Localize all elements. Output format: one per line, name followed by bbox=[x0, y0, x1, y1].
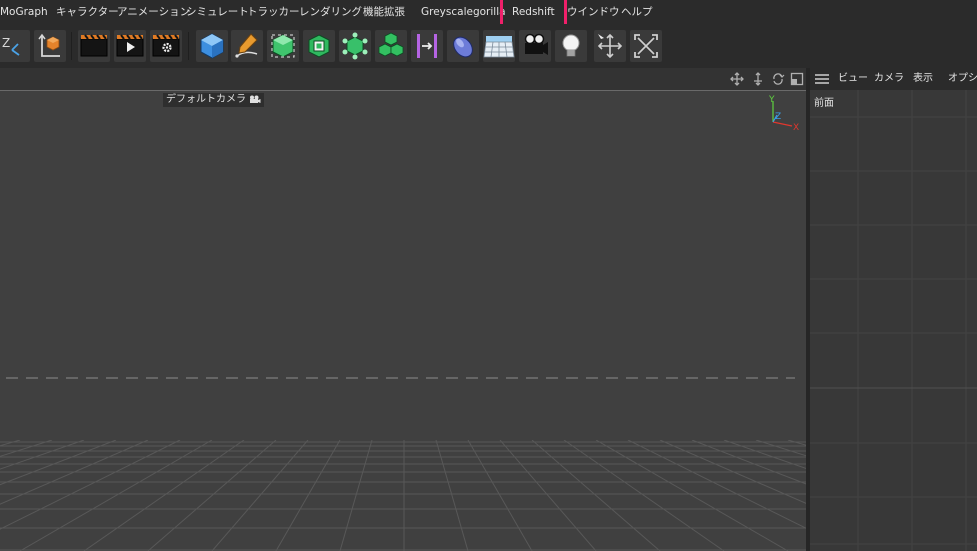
menu-tracker[interactable]: トラッカー bbox=[247, 0, 300, 24]
front-menu-camera[interactable]: カメラ bbox=[874, 68, 904, 90]
app-window: MoGraph キャラクター アニメーション シミュレート トラッカー レンダリ… bbox=[0, 0, 977, 551]
perspective-viewport[interactable]: デフォルトカメラ Y Z X bbox=[0, 68, 808, 551]
mograph-cloner-button[interactable] bbox=[375, 30, 407, 62]
toolbar-separator bbox=[188, 32, 189, 60]
subdivision-surface-button[interactable] bbox=[267, 30, 299, 62]
capsule-icon bbox=[453, 36, 473, 58]
coordinate-system-icon: Z bbox=[2, 36, 20, 56]
light-object-button[interactable] bbox=[555, 30, 587, 62]
move-view-icon[interactable] bbox=[730, 72, 744, 86]
lightbulb-icon bbox=[562, 34, 580, 57]
floor-grid bbox=[0, 440, 808, 551]
field-button[interactable] bbox=[447, 30, 479, 62]
scale-arrows-icon bbox=[634, 34, 658, 58]
menu-simulate[interactable]: シミュレート bbox=[186, 0, 249, 24]
transform-tool-button[interactable] bbox=[630, 30, 662, 62]
front-menu-options[interactable]: オプショ bbox=[948, 68, 977, 90]
extrude-icon bbox=[308, 34, 330, 58]
camera-icon bbox=[524, 33, 548, 55]
axis-x-label: X bbox=[793, 123, 799, 133]
camera-object-button[interactable] bbox=[519, 30, 551, 62]
render-picture-viewer-button[interactable] bbox=[114, 30, 146, 62]
menu-extensions[interactable]: 機能拡張 bbox=[363, 0, 405, 24]
clapperboard-play-icon bbox=[116, 34, 144, 57]
menu-window[interactable]: ウインドウ bbox=[567, 0, 620, 24]
move-arrows-icon bbox=[597, 33, 623, 59]
front-viewport[interactable]: ビュー カメラ 表示 オプショ 前面 bbox=[810, 68, 977, 551]
extrude-button[interactable] bbox=[303, 30, 335, 62]
render-view-button[interactable] bbox=[78, 30, 110, 62]
viewport-border bbox=[0, 90, 808, 91]
cube-icon bbox=[200, 33, 224, 59]
toolbar: Z bbox=[0, 24, 977, 68]
subdivision-icon bbox=[271, 34, 295, 58]
horizon-line bbox=[6, 377, 795, 379]
front-viewport-menu: ビュー カメラ 表示 オプショ bbox=[810, 68, 977, 90]
deformer-button[interactable] bbox=[411, 30, 443, 62]
camera-small-icon bbox=[250, 95, 261, 103]
pen-tool-button[interactable] bbox=[231, 30, 263, 62]
menu-animation[interactable]: アニメーション bbox=[117, 0, 190, 24]
axis-z-label: Z bbox=[775, 112, 781, 122]
object-axis-icon bbox=[38, 33, 60, 57]
coordinate-system-button[interactable]: Z bbox=[0, 30, 30, 62]
floor-grid-icon bbox=[483, 36, 515, 58]
maximize-view-icon[interactable] bbox=[790, 72, 804, 86]
cloner-icon bbox=[342, 32, 368, 60]
cloner-button[interactable] bbox=[339, 30, 371, 62]
front-view-grid bbox=[810, 90, 977, 551]
viewport-header bbox=[0, 68, 808, 90]
clapperboard-gear-icon bbox=[152, 34, 180, 57]
cube-object-button[interactable] bbox=[196, 30, 228, 62]
front-menu-display[interactable]: 表示 bbox=[913, 68, 933, 90]
render-settings-button[interactable] bbox=[150, 30, 182, 62]
cubes-cluster-icon bbox=[378, 32, 404, 57]
toolbar-separator bbox=[71, 32, 72, 60]
axis-y-label: Y bbox=[768, 95, 775, 105]
svg-text:Z: Z bbox=[2, 36, 10, 50]
menu-mograph[interactable]: MoGraph bbox=[0, 0, 48, 24]
camera-label[interactable]: デフォルトカメラ bbox=[163, 93, 265, 107]
camera-label-text: デフォルトカメラ bbox=[166, 94, 246, 105]
menu-redshift[interactable]: Redshift bbox=[500, 0, 567, 29]
clapperboard-icon bbox=[80, 34, 108, 57]
menu-greyscalegorilla[interactable]: Greyscalegorilla bbox=[421, 0, 506, 24]
floor-object-button[interactable] bbox=[483, 30, 515, 62]
zoom-view-icon[interactable] bbox=[751, 72, 765, 86]
move-tool-button[interactable] bbox=[594, 30, 626, 62]
hamburger-menu-icon[interactable] bbox=[815, 73, 829, 85]
front-menu-view[interactable]: ビュー bbox=[838, 68, 868, 90]
object-axis-button[interactable] bbox=[34, 30, 66, 62]
pen-icon bbox=[235, 33, 258, 58]
menu-render[interactable]: レンダリング bbox=[299, 0, 362, 24]
menu-help[interactable]: ヘルプ bbox=[621, 0, 653, 24]
deformer-icon bbox=[417, 34, 437, 58]
menu-bar: MoGraph キャラクター アニメーション シミュレート トラッカー レンダリ… bbox=[0, 0, 977, 29]
menu-character[interactable]: キャラクター bbox=[56, 0, 119, 24]
rotate-view-icon[interactable] bbox=[771, 72, 785, 86]
front-view-label: 前面 bbox=[814, 98, 834, 109]
axis-gizmo: Y Z X bbox=[768, 95, 799, 133]
